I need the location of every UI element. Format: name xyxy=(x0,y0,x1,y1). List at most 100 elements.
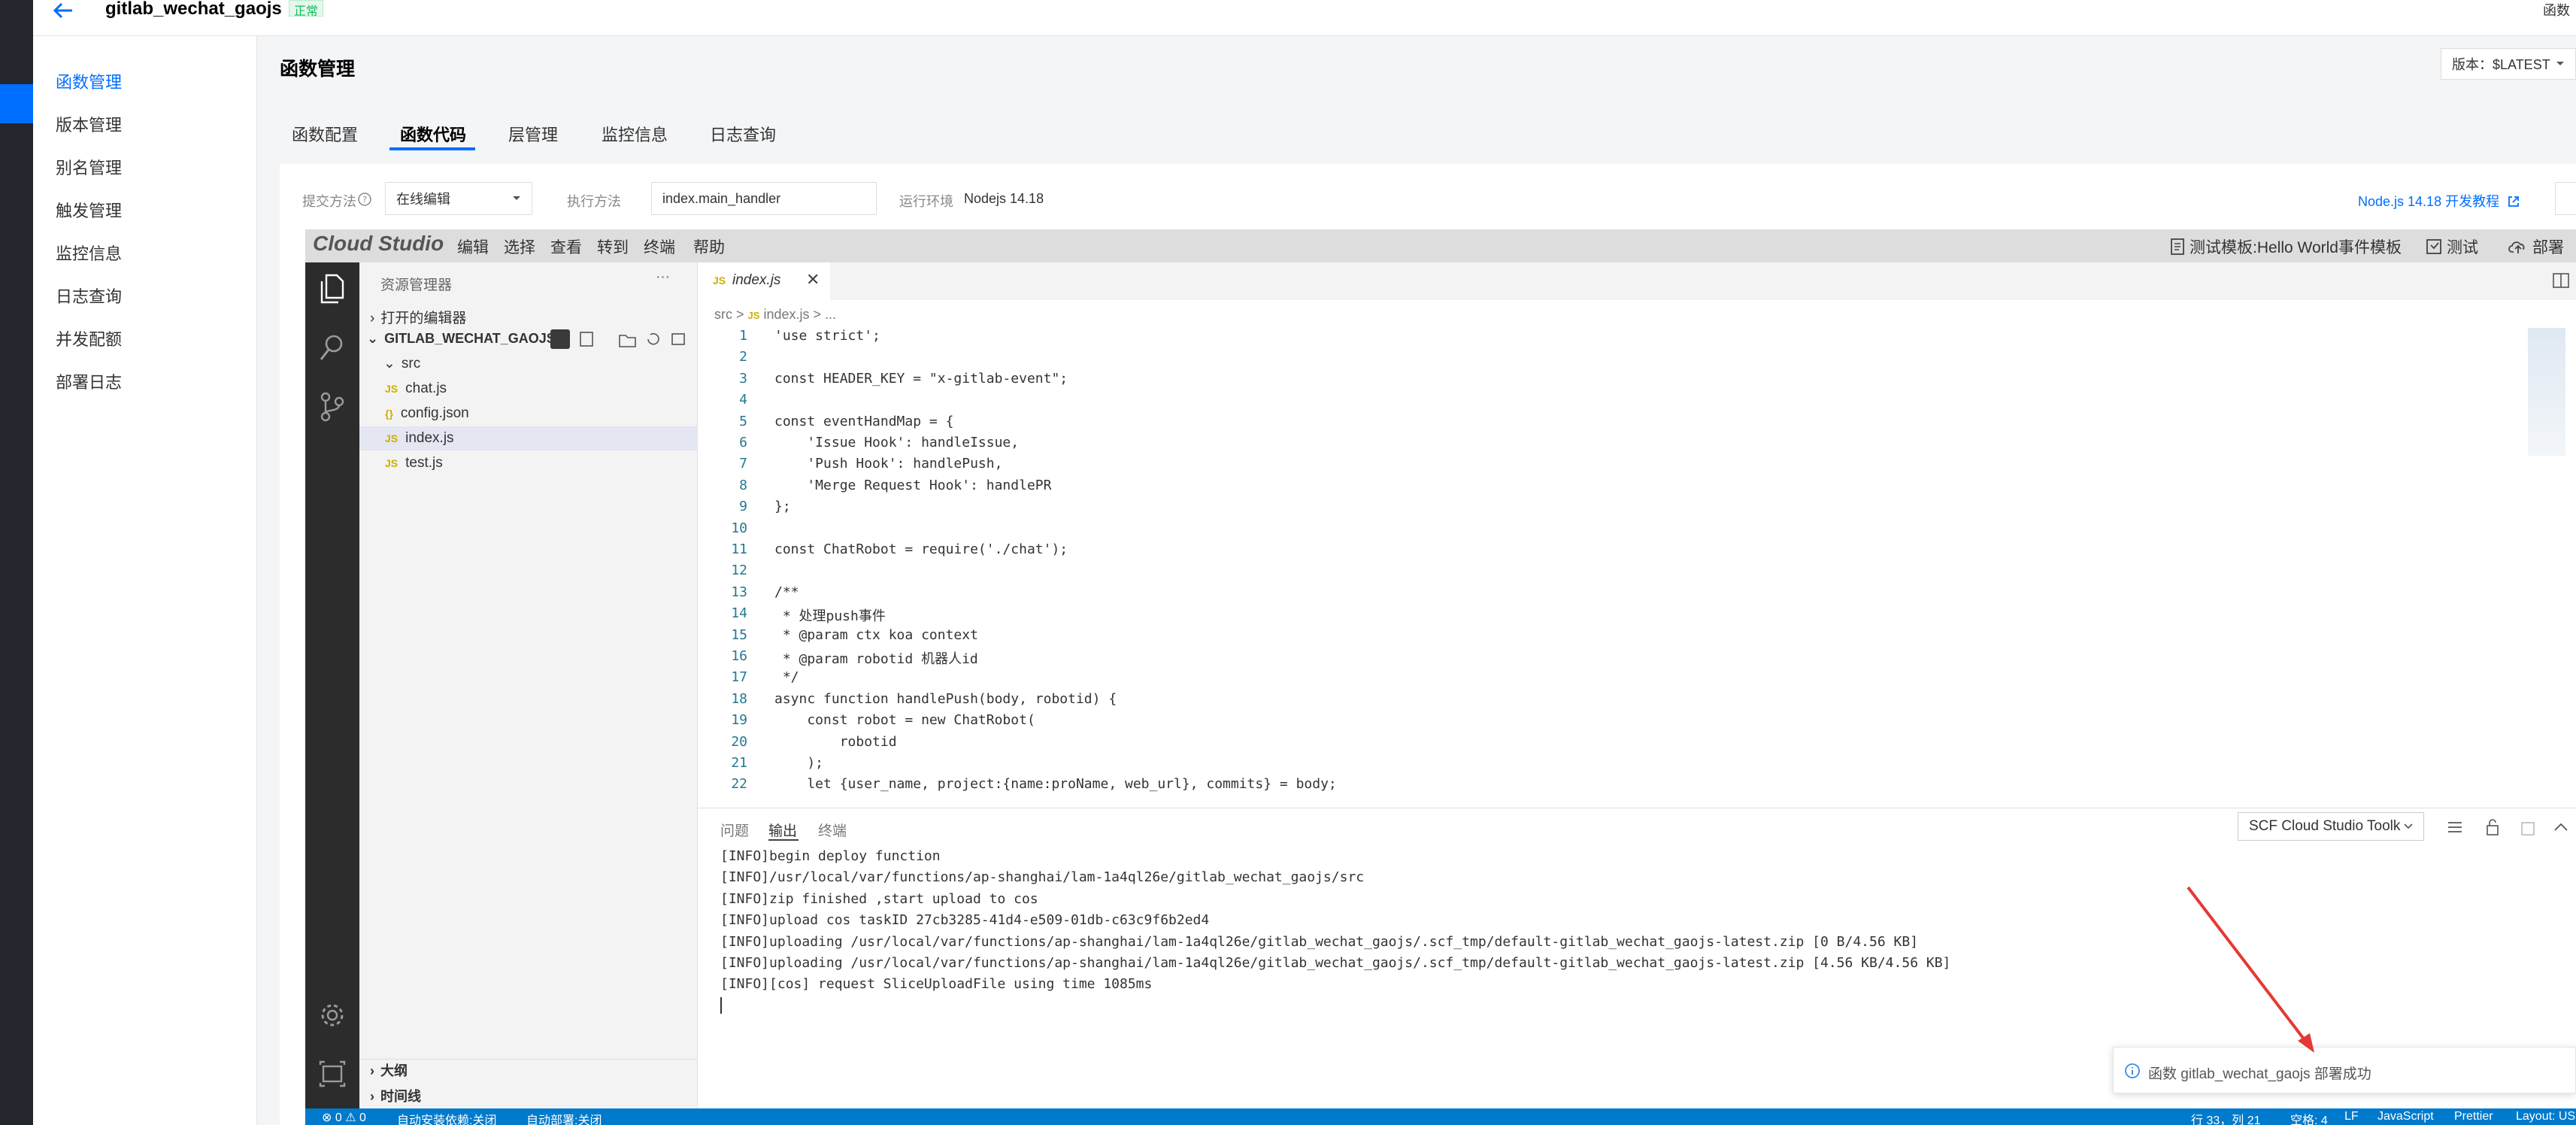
exec-method-input[interactable]: index.main_handler xyxy=(651,182,877,215)
fullscreen-button[interactable] xyxy=(2555,182,2576,215)
cloud-studio-logo: Cloud Studio xyxy=(313,232,444,255)
header-right-link[interactable]: 函数 xyxy=(2543,0,2570,20)
sidebar-item-concurrency[interactable]: 并发配额 xyxy=(56,326,122,350)
explorer-more-icon[interactable]: ··· xyxy=(656,269,670,286)
version-select[interactable]: 版本：$LATEST xyxy=(2441,48,2576,80)
code-line[interactable]: * 处理push事件 xyxy=(774,605,886,625)
breadcrumb-item[interactable]: ... xyxy=(825,307,836,322)
panel-toolbar[interactable] xyxy=(2445,817,2573,838)
runtime-label: 运行环境 xyxy=(899,194,953,209)
line-number: 22 xyxy=(731,776,747,793)
global-nav-active-item[interactable] xyxy=(0,84,33,123)
status-indentation[interactable]: 空格: 4 xyxy=(2290,1110,2328,1125)
menu-select[interactable]: 选择 xyxy=(504,235,535,258)
file-chat-js[interactable]: JS chat.js xyxy=(385,381,447,397)
help-icon[interactable]: ? xyxy=(358,193,371,206)
chevron-down-icon xyxy=(2556,62,2564,65)
code-line[interactable]: const ChatRobot = require('./chat'); xyxy=(774,541,1068,557)
sidebar-item-version-mgmt[interactable]: 版本管理 xyxy=(56,112,122,136)
test-template-button[interactable]: 测试模板:Hello World事件模板 xyxy=(2170,235,2402,258)
source-control-icon[interactable] xyxy=(319,391,346,423)
code-line[interactable]: const eventHandMap = { xyxy=(774,414,953,429)
status-language[interactable]: JavaScript xyxy=(2377,1110,2434,1123)
code-line[interactable]: const robot = new ChatRobot( xyxy=(774,712,1035,728)
sidebar-item-monitor[interactable]: 监控信息 xyxy=(56,241,122,265)
function-sidebar: 函数管理 版本管理 别名管理 触发管理 监控信息 日志查询 并发配额 部署日志 xyxy=(33,36,257,1125)
panel-tab-output[interactable]: 输出 xyxy=(768,820,797,840)
outline-section[interactable]: › 大纲 xyxy=(370,1060,408,1080)
split-editor-icon[interactable] xyxy=(2552,272,2570,289)
file-index-js[interactable]: JS index.js xyxy=(385,430,454,447)
close-icon[interactable]: ✕ xyxy=(806,270,820,290)
editor-tab-index-js[interactable]: JS index.js ✕ xyxy=(698,262,830,300)
status-auto-deploy[interactable]: 自动部署:关闭 xyxy=(526,1110,602,1125)
panel-tab-terminal[interactable]: 终端 xyxy=(818,820,847,840)
menu-terminal[interactable]: 终端 xyxy=(644,235,675,258)
code-line[interactable]: */ xyxy=(774,669,799,685)
back-arrow-icon[interactable] xyxy=(53,2,74,20)
sidebar-item-trigger-mgmt[interactable]: 触发管理 xyxy=(56,198,122,222)
menu-help[interactable]: 帮助 xyxy=(693,235,725,258)
code-line[interactable]: const HEADER_KEY = "x-gitlab-event"; xyxy=(774,371,1068,387)
gear-icon[interactable] xyxy=(319,1002,346,1029)
code-line[interactable]: /** xyxy=(774,584,799,600)
line-number: 21 xyxy=(731,755,747,771)
tab-monitor[interactable]: 监控信息 xyxy=(602,122,668,146)
breadcrumb-separator: > xyxy=(736,307,744,322)
breadcrumb-item[interactable]: index.js xyxy=(763,307,809,322)
output-channel-select[interactable]: SCF Cloud Studio Toolk xyxy=(2238,812,2424,841)
sidebar-item-alias-mgmt[interactable]: 别名管理 xyxy=(56,155,122,179)
chevron-down-icon: ⌄ xyxy=(383,356,395,371)
tab-log-query[interactable]: 日志查询 xyxy=(710,122,776,146)
tab-layer-mgmt[interactable]: 层管理 xyxy=(508,122,558,146)
tab-function-config[interactable]: 函数配置 xyxy=(292,122,358,146)
status-prettier[interactable]: Prettier xyxy=(2454,1110,2493,1123)
nodejs-doc-link[interactable]: Node.js 14.18 开发教程 xyxy=(2358,191,2520,211)
folder-src[interactable]: ⌄ src xyxy=(383,355,420,372)
code-line[interactable]: * @param ctx koa context xyxy=(774,627,978,643)
status-keyboard-layout[interactable]: Layout: US xyxy=(2516,1110,2575,1123)
code-line[interactable]: async function handlePush(body, robotid)… xyxy=(774,691,1117,707)
menu-view[interactable]: 查看 xyxy=(550,235,582,258)
line-number: 17 xyxy=(731,669,747,686)
deploy-project-icon[interactable] xyxy=(550,329,570,349)
minimap[interactable] xyxy=(2528,328,2565,456)
menu-goto[interactable]: 转到 xyxy=(597,235,629,258)
status-errors[interactable]: ⊗ 0 ⚠ 0 xyxy=(322,1110,366,1125)
panel-tab-problems[interactable]: 问题 xyxy=(720,820,749,840)
code-line[interactable]: 'Push Hook': handlePush, xyxy=(774,456,1002,472)
tab-function-code[interactable]: 函数代码 xyxy=(400,122,466,146)
timeline-section[interactable]: › 时间线 xyxy=(370,1086,421,1105)
output-line: [INFO][cos] request SliceUploadFile usin… xyxy=(720,976,1153,993)
code-line[interactable]: }; xyxy=(774,499,791,514)
project-section[interactable]: ⌄ GITLAB_WECHAT_GAOJS xyxy=(367,331,556,347)
deploy-button[interactable]: 部署 xyxy=(2508,235,2564,258)
remote-window-icon[interactable] xyxy=(319,1060,346,1087)
code-line[interactable]: let {user_name, project:{name:proName, w… xyxy=(774,776,1336,792)
sidebar-item-function-mgmt[interactable]: 函数管理 xyxy=(56,69,122,93)
code-line[interactable]: 'Merge Request Hook': handlePR xyxy=(774,478,1051,493)
files-explorer-icon[interactable] xyxy=(319,274,346,304)
code-line[interactable]: 'Issue Hook': handleIssue, xyxy=(774,435,1019,450)
code-line[interactable]: * @param robotid 机器人id xyxy=(774,648,978,668)
sidebar-item-deploy-log[interactable]: 部署日志 xyxy=(56,369,122,393)
code-line[interactable]: robotid xyxy=(774,734,897,750)
code-line[interactable]: 'use strict'; xyxy=(774,328,880,344)
file-test-js[interactable]: JS test.js xyxy=(385,455,443,472)
code-line[interactable]: ); xyxy=(774,755,823,771)
cloud-upload-icon xyxy=(2508,241,2525,253)
status-eol[interactable]: LF xyxy=(2344,1110,2359,1123)
status-cursor-position[interactable]: 行 33，列 21 xyxy=(2191,1110,2261,1125)
sidebar-item-log-query[interactable]: 日志查询 xyxy=(56,284,122,308)
breadcrumb-item[interactable]: src xyxy=(714,307,732,322)
menu-edit[interactable]: 编辑 xyxy=(457,235,489,258)
search-icon[interactable] xyxy=(319,332,346,362)
file-config-json[interactable]: {} config.json xyxy=(385,405,469,422)
line-number: 1 xyxy=(739,328,747,344)
open-editors-section[interactable]: › 打开的编辑器 xyxy=(370,307,466,327)
status-auto-install[interactable]: 自动安装依赖:关闭 xyxy=(397,1110,496,1125)
test-button[interactable]: 测试 xyxy=(2426,235,2478,258)
line-number: 13 xyxy=(731,584,747,600)
outline-label: 大纲 xyxy=(380,1063,408,1078)
submit-method-select[interactable]: 在线编辑 xyxy=(385,182,532,215)
